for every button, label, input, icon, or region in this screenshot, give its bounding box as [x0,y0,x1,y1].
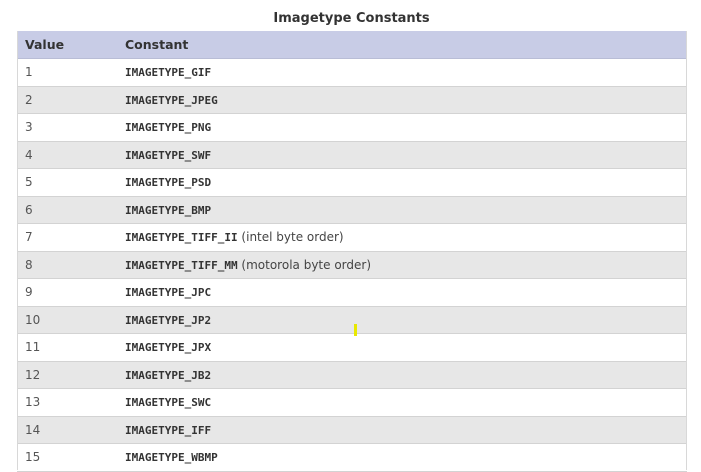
cell-value: 3 [17,113,117,142]
constant-name: IMAGETYPE_PSD [125,176,212,190]
cell-constant: IMAGETYPE_WBMP [117,443,687,472]
cell-constant: IMAGETYPE_JPEG [117,86,687,114]
table-row: 3 IMAGETYPE_PNG [17,113,687,142]
cell-value: 12 [17,361,117,389]
cell-constant: IMAGETYPE_SWF [117,141,687,169]
cell-value: 10 [17,306,117,334]
table-row: 1 IMAGETYPE_GIF [17,58,687,87]
table-row: 10 IMAGETYPE_JP2 [17,306,687,334]
table-row: 15 IMAGETYPE_WBMP [17,443,687,472]
table-row: 2 IMAGETYPE_JPEG [17,86,687,114]
cell-constant: IMAGETYPE_GIF [117,58,687,87]
constant-name: IMAGETYPE_TIFF_MM [125,258,238,272]
table-body: 1 IMAGETYPE_GIF 2 IMAGETYPE_JPEG 3 IMAGETYPE_… [17,58,687,472]
column-header-constant: Constant [117,31,687,59]
table-row: 7 IMAGETYPE_TIFF_II (intel byte order) [17,223,687,252]
constant-name: IMAGETYPE_JB2 [125,368,212,382]
cell-constant: IMAGETYPE_IFF [117,416,687,444]
cell-constant: IMAGETYPE_JB2 [117,361,687,389]
cell-value: 5 [17,168,117,197]
constant-name: IMAGETYPE_GIF [125,66,212,80]
cell-constant: IMAGETYPE_BMP [117,196,687,224]
table-row: 6 IMAGETYPE_BMP [17,196,687,224]
imagetype-constants-table: Value Constant 1 IMAGETYPE_GIF 2 IMAGETYPE_… [17,31,687,472]
column-header-value: Value [17,31,117,59]
table-row: 12 IMAGETYPE_JB2 [17,361,687,389]
table-caption: Imagetype Constants [273,11,430,26]
constant-name: IMAGETYPE_JPEG [125,93,218,107]
constant-name: IMAGETYPE_IFF [125,423,212,437]
constant-note: (motorola byte order) [241,257,371,272]
cell-constant: IMAGETYPE_TIFF_MM (motorola byte order) [117,251,687,279]
table-row: 8 IMAGETYPE_TIFF_MM (motorola byte order) [17,251,687,279]
cell-constant: IMAGETYPE_SWC [117,388,687,417]
constant-name: IMAGETYPE_BMP [125,203,212,217]
cell-constant: IMAGETYPE_PNG [117,113,687,142]
table-row: 9 IMAGETYPE_JPC [17,278,687,307]
cell-value: 1 [17,58,117,87]
table-row: 11 IMAGETYPE_JPX [17,333,687,362]
table-left-border [17,31,18,470]
cell-constant: IMAGETYPE_JPX [117,333,687,362]
table-row: 4 IMAGETYPE_SWF [17,141,687,169]
cell-value: 2 [17,86,117,114]
constant-note: (intel byte order) [241,230,344,245]
cell-value: 14 [17,416,117,444]
cell-constant: IMAGETYPE_JP2 [117,306,687,334]
cell-value: 7 [17,223,117,252]
constant-name: IMAGETYPE_TIFF_II [125,231,238,245]
cell-value: 6 [17,196,117,224]
table-row: 5 IMAGETYPE_PSD [17,168,687,197]
constant-name: IMAGETYPE_WBMP [125,451,218,465]
constant-name: IMAGETYPE_SWC [125,396,212,410]
constant-name: IMAGETYPE_JPC [125,286,212,300]
cell-value: 8 [17,251,117,279]
cell-constant: IMAGETYPE_TIFF_II (intel byte order) [117,223,687,252]
cell-value: 9 [17,278,117,307]
table-row: 14 IMAGETYPE_IFF [17,416,687,444]
constant-name: IMAGETYPE_JP2 [125,313,212,327]
constant-name: IMAGETYPE_SWF [125,148,212,162]
cell-value: 11 [17,333,117,362]
cell-value: 13 [17,388,117,417]
cell-value: 15 [17,443,117,472]
cell-constant: IMAGETYPE_JPC [117,278,687,307]
table-row: 13 IMAGETYPE_SWC [17,388,687,417]
text-cursor-icon [354,324,357,336]
cell-constant: IMAGETYPE_PSD [117,168,687,197]
constant-name: IMAGETYPE_JPX [125,341,212,355]
table-header-row: Value Constant [17,31,687,59]
constant-name: IMAGETYPE_PNG [125,121,212,135]
table-right-border [686,31,687,470]
cell-value: 4 [17,141,117,169]
